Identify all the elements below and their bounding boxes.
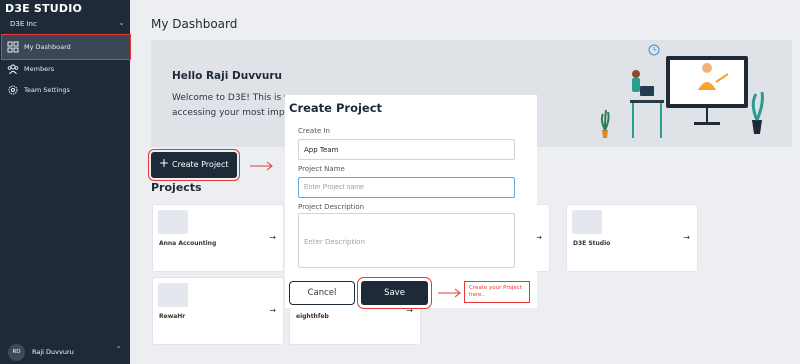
- project-name: Anna Accounting: [159, 240, 217, 247]
- project-thumbnail-icon: [158, 210, 188, 234]
- projects-heading: Projects: [151, 181, 202, 194]
- project-description-input[interactable]: Enter Description: [298, 213, 515, 268]
- chevron-up-icon: ⌃: [115, 345, 122, 354]
- welcome-line: Welcome to D3E! This is w: [172, 93, 292, 103]
- annotation-arrow: [250, 161, 273, 171]
- create-in-label: Create In: [298, 127, 330, 135]
- sidebar-item-label: Members: [24, 65, 55, 73]
- arrow-right-icon: →: [269, 306, 276, 315]
- sidebar-item-team-settings[interactable]: Team Settings: [2, 78, 130, 102]
- sidebar-item-label: My Dashboard: [24, 43, 71, 51]
- page-title: My Dashboard: [151, 17, 238, 31]
- modal-title: Create Project: [289, 101, 383, 115]
- greeting: Hello Raji Duvvuru: [172, 70, 283, 82]
- project-description-label: Project Description: [298, 203, 365, 211]
- create-project-label: Create Project: [172, 160, 229, 169]
- arrow-right-icon: →: [683, 233, 690, 242]
- create-in-field[interactable]: App Team: [298, 139, 515, 160]
- project-name-input[interactable]: [298, 177, 515, 198]
- save-button[interactable]: Save: [357, 277, 432, 309]
- project-card-d3e-studio[interactable]: D3E Studio →: [566, 204, 698, 272]
- welcome-line: accessing your most impo: [172, 108, 291, 118]
- members-icon: [7, 64, 19, 75]
- dashboard-illustration: [600, 44, 764, 138]
- dashboard-icon: [7, 41, 19, 53]
- user-menu[interactable]: RD Raji Duvvuru ⌃: [6, 342, 126, 362]
- sidebar: D3E STUDIO D3E Inc ⌄ My Dashboard Member…: [0, 0, 131, 364]
- sidebar-item-label: Team Settings: [24, 86, 70, 94]
- project-name: D3E Studio: [573, 240, 611, 247]
- project-name-label: Project Name: [298, 165, 345, 173]
- avatar: RD: [8, 344, 25, 361]
- arrow-right-icon: →: [269, 233, 276, 242]
- create-project-button[interactable]: + Create Project: [148, 149, 240, 181]
- org-selector[interactable]: D3E Inc ⌄: [10, 18, 128, 28]
- project-card-anna-accounting[interactable]: Anna Accounting →: [152, 204, 284, 272]
- cancel-button[interactable]: Cancel: [289, 281, 355, 305]
- annotation-callout: Create your Project here..: [464, 281, 530, 303]
- create-project-modal: Create Project Create In App Team Projec…: [285, 95, 537, 309]
- plus-icon: +: [159, 156, 170, 170]
- project-thumbnail-icon: [158, 283, 188, 307]
- user-name: Raji Duvvuru: [32, 348, 74, 356]
- sidebar-item-dashboard[interactable]: My Dashboard: [1, 34, 131, 60]
- org-name: D3E Inc: [10, 20, 37, 28]
- project-name: RewaHr: [159, 313, 186, 320]
- welcome-text: Welcome to D3E! This is w accessing your…: [172, 91, 291, 121]
- project-name: eighthfeb: [296, 313, 329, 320]
- annotation-arrow: [438, 288, 461, 298]
- project-thumbnail-icon: [572, 210, 602, 234]
- settings-icon: [8, 85, 18, 95]
- brand-logo: D3E STUDIO: [5, 2, 83, 15]
- project-card-rewahr[interactable]: RewaHr →: [152, 277, 284, 345]
- chevron-down-icon: ⌄: [118, 18, 125, 27]
